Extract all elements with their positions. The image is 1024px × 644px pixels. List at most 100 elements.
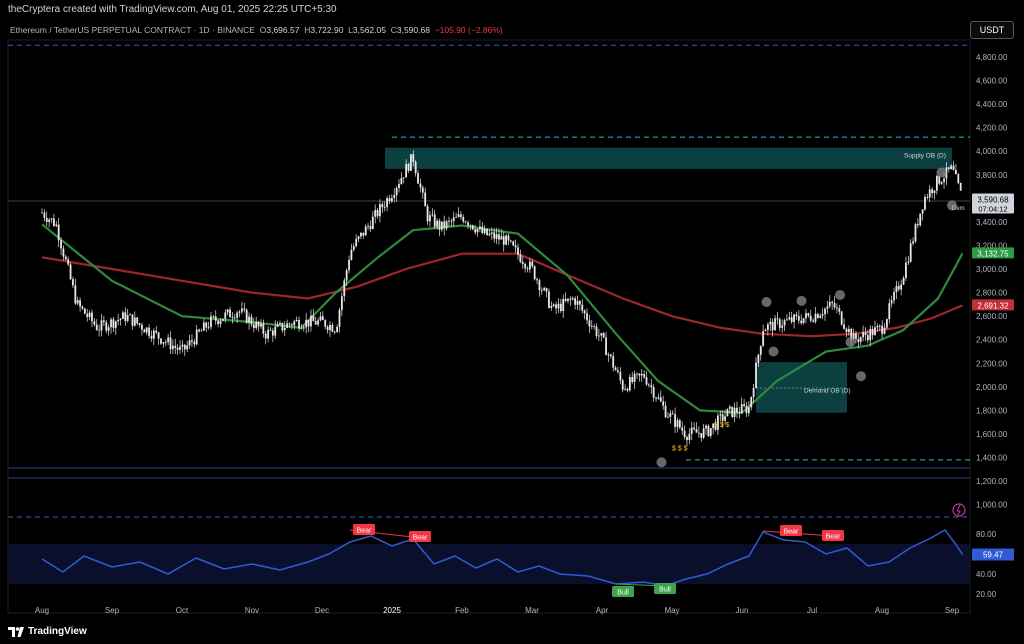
candle-body [907, 261, 910, 263]
candle-body [752, 387, 755, 397]
time-tick-label: Aug [35, 606, 49, 615]
swing-marker [656, 457, 667, 468]
candle-body [650, 385, 653, 388]
candle-body [379, 204, 381, 217]
candle-body [943, 178, 945, 183]
candle-body [693, 427, 696, 430]
candle-body [371, 216, 374, 229]
candle-body [307, 319, 310, 327]
candle-body [593, 325, 596, 327]
candle-body [671, 413, 674, 415]
swing-marker [796, 295, 807, 306]
candle-body [886, 319, 888, 328]
candle-body [557, 303, 560, 309]
candle-body [207, 326, 210, 328]
candle-body [788, 317, 791, 320]
swing-marker [856, 371, 866, 382]
candle-body [462, 217, 465, 222]
candle-body [98, 329, 101, 331]
candle-body [336, 326, 339, 333]
swing-marker [936, 167, 947, 178]
price-tick-label: 3,000.00 [976, 265, 1008, 274]
price-tick-label: 2,800.00 [976, 289, 1008, 298]
candle-body [55, 224, 58, 226]
candle-body [690, 427, 693, 434]
candle-body [709, 428, 712, 436]
candle-body [155, 330, 158, 333]
plot-frame [7, 39, 971, 614]
candle-body [731, 406, 734, 417]
candle-body [855, 333, 857, 340]
time-tick-label: Feb [455, 606, 469, 615]
time-tick-label: Aug [875, 606, 889, 615]
candle-body [521, 262, 524, 265]
time-tick-label: Sep [945, 606, 960, 615]
rsi-tick-label: 20.00 [976, 590, 997, 599]
candle-body [405, 163, 408, 178]
candle-body [450, 220, 453, 222]
candle-body [809, 315, 812, 321]
candle-body [236, 312, 239, 318]
candle-body [326, 326, 329, 331]
candle-body [279, 322, 281, 325]
swing-marker [761, 297, 772, 308]
candle-body [257, 321, 260, 327]
candle-body [57, 224, 60, 241]
candle-body [678, 420, 681, 428]
candle-body [286, 323, 289, 328]
candle-body [276, 324, 279, 327]
candle-body [859, 337, 862, 342]
candle-body [250, 316, 253, 325]
candle-body [871, 329, 874, 336]
candle-body [319, 316, 322, 321]
candle-body [421, 187, 424, 193]
candle-body [762, 331, 765, 346]
candle-body [524, 264, 527, 269]
candle-body [383, 206, 386, 208]
candle-body [869, 329, 872, 341]
candle-body [866, 335, 869, 341]
time-tick-label: Jun [736, 606, 749, 615]
candle-body [602, 333, 605, 338]
candle-body [700, 433, 703, 438]
candle-body [267, 329, 269, 339]
candle-body [160, 338, 162, 344]
candle-body [143, 329, 146, 333]
candle-body [100, 320, 103, 331]
price-tick-label: 1,000.00 [976, 501, 1008, 510]
time-tick-label: May [664, 606, 679, 615]
candle-body [67, 259, 70, 265]
candle-body [417, 173, 419, 184]
candle-body [345, 270, 348, 281]
candle-body [148, 327, 150, 336]
candle-body [526, 268, 529, 270]
candle-body [876, 325, 879, 328]
candle-body [357, 236, 360, 240]
candle-body [783, 320, 786, 326]
candle-body [569, 298, 572, 300]
candle-body [888, 303, 891, 320]
price-tick-label: 1,400.00 [976, 454, 1008, 463]
candle-body [138, 323, 141, 325]
candle-body [638, 373, 641, 376]
ma-slow-line [41, 252, 963, 338]
candle-body [393, 195, 396, 198]
candle-body [640, 373, 643, 376]
candle-body [583, 310, 586, 314]
candle-body [821, 314, 824, 316]
bear-signal-label: Bear [784, 529, 799, 536]
footer-brand: TradingView [8, 626, 87, 637]
candle-body [912, 241, 914, 244]
candle-body [41, 212, 43, 214]
candle-body [531, 261, 534, 267]
candle-body [238, 311, 241, 313]
candle-body [648, 384, 650, 386]
rsi-band [8, 544, 970, 584]
price-chart[interactable]: Supply OB (D) Demand OB (D) $ $ $ $ $ $ Dem 4… [0, 0, 1024, 644]
candle-body [381, 204, 384, 208]
candle-body [645, 377, 648, 385]
candle-body [686, 437, 688, 441]
candle-body [169, 337, 172, 350]
candle-body [567, 298, 569, 301]
candle-body [179, 346, 181, 350]
